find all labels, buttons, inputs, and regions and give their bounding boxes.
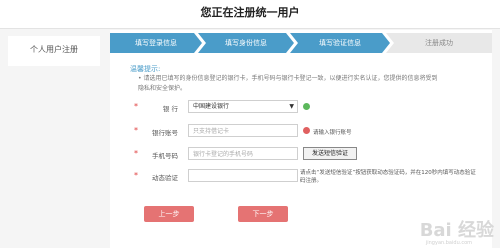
step-progress: 填写登录信息 填写身份信息 填写验证信息 注册成功	[110, 33, 492, 53]
watermark-url: jingyan.baidu.com	[425, 240, 472, 246]
chevron-down-icon: ▼	[289, 103, 294, 110]
account-label: 银行账号	[152, 129, 178, 137]
step-identity-info: 填写身份信息	[198, 33, 294, 53]
bank-select[interactable]: 中国建设银行 ▼	[188, 100, 298, 113]
phone-input[interactable]: 银行卡登记的手机号码	[188, 147, 298, 160]
prev-button[interactable]: 上一步	[144, 206, 194, 222]
required-mark: *	[134, 171, 138, 180]
step-success: 注册成功	[386, 33, 492, 53]
code-input[interactable]	[188, 169, 298, 182]
required-mark: *	[134, 149, 138, 158]
step-login-info: 填写登录信息	[110, 33, 202, 53]
error-icon	[303, 127, 310, 134]
next-button[interactable]: 下一步	[238, 206, 288, 222]
bank-select-value: 中国建设银行	[193, 103, 230, 110]
step-verify-info: 填写验证信息	[290, 33, 390, 53]
page-title: 您正在注册统一用户	[200, 6, 300, 19]
required-mark: *	[134, 102, 138, 111]
sidebar-item-personal-register[interactable]: 个人用户注册	[8, 44, 100, 55]
code-label: 动态验证	[152, 174, 178, 182]
tip-title: 温馨提示:	[130, 65, 161, 73]
code-hint: 请点击“发送短信验证”按钮获取动态验证码，并在120秒内填写动态验证码注册。	[300, 170, 476, 184]
required-mark: *	[134, 126, 138, 135]
account-hint: 请输入银行账号	[313, 130, 352, 136]
sidebar: 个人用户注册	[8, 36, 100, 66]
check-icon	[303, 103, 310, 110]
bank-row: * 银 行 中国建设银行 ▼	[110, 100, 492, 116]
tip-text: • 请选用已填写的身份信息登记的银行卡，手机号码与银行卡登记一致，以便进行实名认…	[138, 75, 438, 92]
code-row: * 动态验证 请点击“发送短信验证”按钮获取动态验证码，并在120秒内填写动态验…	[110, 169, 492, 185]
send-sms-button[interactable]: 发送短信验证	[303, 147, 357, 160]
baidu-watermark: Bai 经验	[419, 220, 494, 241]
bank-label: 银 行	[162, 105, 178, 113]
account-input[interactable]: 只支持借记卡	[188, 124, 298, 137]
top-bar: 您正在注册统一用户	[0, 0, 500, 29]
phone-row: * 手机号码 银行卡登记的手机号码 发送短信验证	[110, 147, 492, 163]
account-row: * 银行账号 只支持借记卡 请输入银行账号	[110, 124, 492, 140]
phone-label: 手机号码	[152, 152, 178, 160]
